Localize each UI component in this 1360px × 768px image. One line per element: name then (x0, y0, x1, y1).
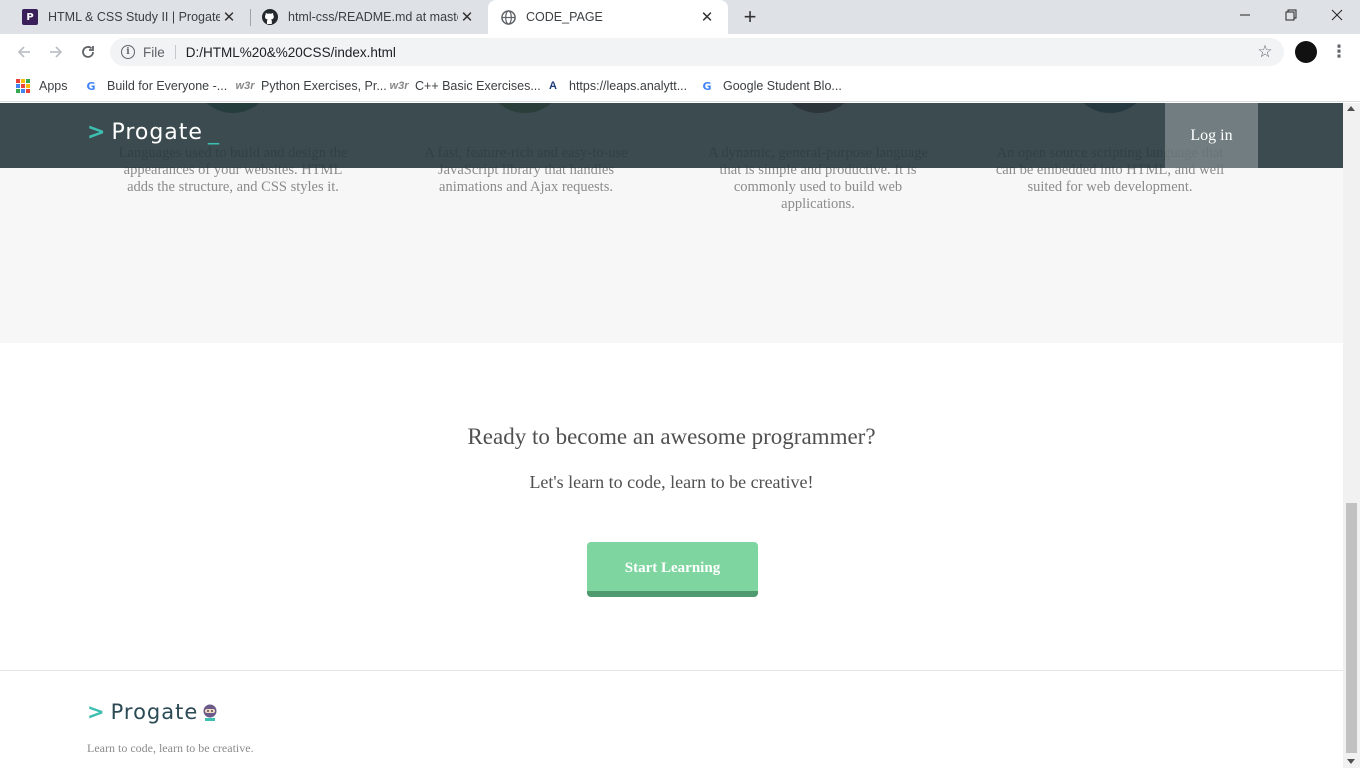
info-icon[interactable]: i (121, 45, 135, 59)
progate-icon: P (22, 9, 38, 25)
logo-text: Progate (111, 120, 203, 145)
close-icon[interactable]: ✕ (458, 8, 476, 26)
footer-logo-text: Progate (110, 700, 199, 724)
chevron-right-icon: > (87, 120, 106, 145)
close-window-button[interactable] (1314, 0, 1360, 30)
tab-title: html-css/README.md at master · (288, 10, 458, 24)
scrollbar-thumb[interactable] (1346, 503, 1357, 753)
w3resource-icon: w3r (235, 80, 255, 92)
bookmark-leaps[interactable]: A https://leaps.analytt... (545, 76, 687, 96)
reload-button[interactable] (76, 40, 100, 64)
scheme-label: File (143, 44, 165, 60)
minimize-button[interactable] (1222, 0, 1268, 30)
progate-logo[interactable]: > Progate _ (87, 120, 219, 145)
close-icon[interactable]: ✕ (698, 8, 716, 26)
restore-button[interactable] (1268, 0, 1314, 30)
page-scrollbar[interactable] (1343, 103, 1360, 768)
ninja-mascot-icon (202, 703, 218, 722)
profile-avatar[interactable] (1295, 41, 1317, 63)
bookmark-label: https://leaps.analytt... (569, 79, 688, 93)
tab-strip: P HTML & CSS Study II | Progate - P ✕ ht… (0, 0, 1360, 34)
bookmarks-bar: Apps G Build for Everyone -... w3r Pytho… (0, 70, 1360, 102)
google-icon: G (86, 79, 96, 93)
tab-title: CODE_PAGE (526, 10, 603, 24)
browser-toolbar: i File D:/HTML%20&%20CSS/index.html ☆ ⋮ (0, 34, 1360, 70)
bookmark-cpp-exercises[interactable]: w3r C++ Basic Exercises... (389, 76, 541, 96)
bookmark-google-student-blog[interactable]: G Google Student Blo... (699, 76, 842, 96)
bookmark-label: C++ Basic Exercises... (415, 79, 541, 93)
bookmark-apps[interactable]: Apps (15, 76, 68, 96)
w3resource-icon: w3r (389, 80, 409, 92)
github-icon (262, 9, 278, 25)
bookmark-star-icon[interactable]: ☆ (1254, 42, 1276, 62)
apps-grid-icon (15, 78, 31, 94)
chevron-right-icon: > (87, 700, 105, 724)
cursor-underscore-icon: _ (207, 120, 219, 145)
tab-code-page[interactable]: CODE_PAGE ✕ (488, 0, 728, 34)
site-header: > Progate _ Log in (0, 103, 1343, 168)
login-button[interactable]: Log in (1165, 103, 1258, 168)
cta-subtitle: Let's learn to code, learn to be creativ… (529, 472, 814, 492)
address-divider (174, 45, 176, 59)
bookmark-label: Apps (39, 79, 68, 93)
globe-icon (500, 9, 516, 25)
url-text[interactable]: D:/HTML%20&%20CSS/index.html (186, 45, 396, 60)
cta-heading: Ready to become an awesome programmer? (467, 424, 876, 449)
scroll-down-arrow-icon[interactable] (1347, 759, 1355, 764)
google-icon: G (702, 79, 712, 93)
bookmark-label: Google Student Blo... (723, 79, 842, 93)
bookmark-build-for-everyone[interactable]: G Build for Everyone -... (83, 76, 227, 96)
scroll-up-arrow-icon[interactable] (1347, 106, 1355, 111)
menu-icon[interactable]: ⋮ (1328, 41, 1350, 63)
address-bar[interactable]: i File D:/HTML%20&%20CSS/index.html (110, 38, 1284, 66)
new-tab-button[interactable]: + (738, 4, 762, 29)
bookmark-label: Python Exercises, Pr... (261, 79, 387, 93)
forward-button[interactable] (44, 40, 68, 64)
page-viewport: Languages used to build and design the a… (0, 103, 1343, 768)
tab-title: HTML & CSS Study II | Progate - P (48, 10, 220, 24)
bookmark-python-exercises[interactable]: w3r Python Exercises, Pr... (235, 76, 387, 96)
bookmark-label: Build for Everyone -... (107, 79, 228, 93)
footer-logo[interactable]: > Progate (87, 700, 218, 724)
footer-tagline: Learn to code, learn to be creative. (87, 741, 254, 755)
close-icon[interactable]: ✕ (220, 8, 238, 26)
tab-github[interactable]: html-css/README.md at master · ✕ (250, 0, 488, 34)
leaps-icon: A (549, 80, 557, 92)
tab-progate[interactable]: P HTML & CSS Study II | Progate - P ✕ (10, 0, 250, 34)
back-button[interactable] (12, 40, 36, 64)
start-learning-button[interactable]: Start Learning (587, 542, 758, 597)
site-footer: > Progate Learn to code, learn to be cre… (0, 670, 1343, 768)
